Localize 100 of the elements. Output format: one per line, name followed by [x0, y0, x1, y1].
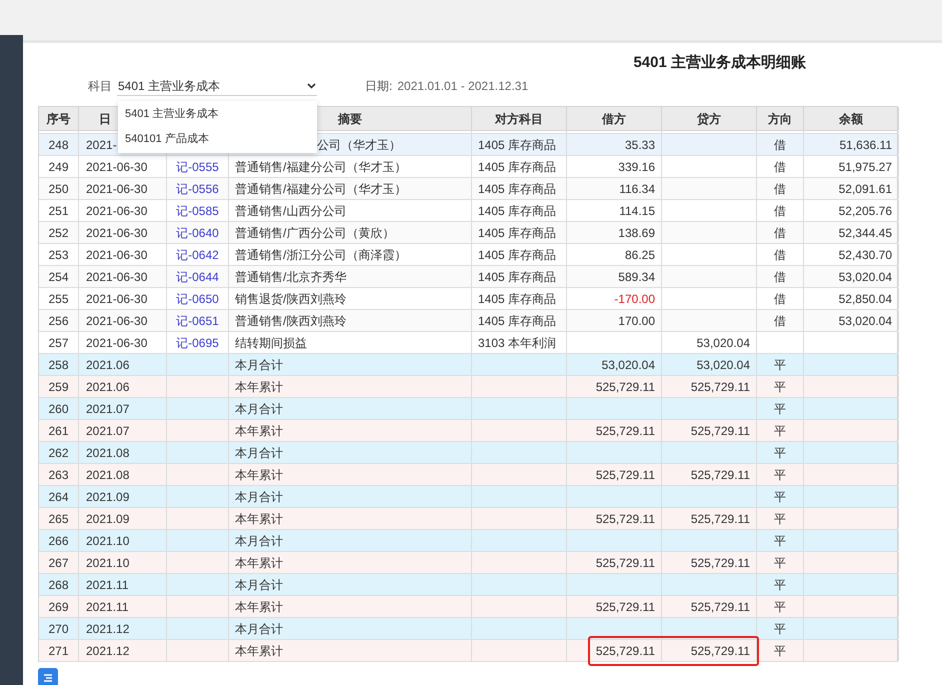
debit-cell-text: 138.69 [618, 224, 655, 242]
row-number: 264 [48, 488, 69, 506]
account-cell-text: 1405 库存商品 [478, 180, 556, 198]
summary-cell-text: 本月合计 [235, 488, 283, 506]
row-number: 269 [48, 598, 69, 616]
date-cell-text: 2021.07 [86, 400, 130, 418]
voucher-link[interactable]: 记-0585 [176, 202, 219, 220]
credit-cell-text: 525,729.11 [690, 422, 750, 440]
summary-cell-text: 本月合计 [235, 576, 283, 594]
voucher-link[interactable]: 记-0695 [176, 334, 219, 352]
account-cell-text: 1405 库存商品 [478, 268, 556, 286]
account-cell-text: 1405 库存商品 [478, 158, 556, 176]
voucher-link[interactable]: 记-0651 [176, 312, 219, 330]
summary-cell-text: 本年累计 [235, 642, 283, 660]
debit-cell-text: 589.34 [618, 268, 655, 286]
row-number: 250 [48, 180, 69, 198]
credit-cell-text: 53,020.04 [696, 356, 750, 374]
row-number: 267 [48, 554, 69, 572]
date-cell-text: 2021.09 [86, 510, 130, 528]
voucher-link[interactable]: 记-0644 [176, 268, 219, 286]
page-title: 5401 主营业务成本明细账 [633, 52, 806, 73]
date-cell-text: 2021.08 [86, 466, 130, 484]
subject-label: 科目 [88, 78, 112, 95]
column-header: 借方 [602, 110, 626, 128]
date-cell-text: 2021.11 [86, 576, 128, 594]
dropdown-option[interactable]: 540101 产品成本 [118, 127, 317, 152]
direction-cell-text: 借 [774, 180, 786, 198]
summary-cell-text: 普通销售/陕西刘燕玲 [235, 312, 346, 330]
voucher-link[interactable]: 记-0555 [176, 158, 219, 176]
direction-cell-text: 平 [774, 620, 786, 638]
balance-cell-text: 53,020.04 [838, 312, 892, 330]
debit-cell-text: 116.34 [619, 180, 655, 198]
column-header: 日 [99, 110, 111, 128]
date-cell-text: 2021-06-30 [86, 158, 148, 176]
debit-cell-text: 339.16 [618, 158, 655, 176]
date-label: 日期: [365, 78, 392, 95]
summary-cell-text: 普通销售/福建分公司（华才玉） [235, 180, 406, 198]
summary-cell-text: 普通销售/福建分公司（华才玉） [235, 158, 406, 176]
debit-cell-text: 525,729.11 [596, 466, 655, 484]
direction-cell-text: 借 [774, 136, 786, 154]
summary-cell-text: 本年累计 [235, 378, 283, 396]
summary-cell-text: 本年累计 [235, 510, 283, 528]
voucher-link[interactable]: 记-0556 [176, 180, 219, 198]
summary-cell-text: 本月合计 [235, 444, 283, 462]
summary-cell-text: 本年累计 [235, 554, 283, 572]
row-number: 261 [48, 422, 69, 440]
credit-cell-text: 525,729.11 [690, 598, 750, 616]
voucher-link[interactable]: 记-0640 [176, 224, 219, 242]
date-cell-text: 2021.07 [86, 422, 130, 440]
voucher-link[interactable]: 记-0650 [176, 290, 219, 308]
date-cell-text: 2021.06 [86, 378, 130, 396]
direction-cell-text: 借 [774, 268, 786, 286]
direction-cell-text: 平 [774, 422, 786, 440]
summary-cell-text: 普通销售/北京齐秀华 [235, 268, 346, 286]
account-cell-text: 3103 本年利润 [478, 334, 556, 352]
direction-cell-text: 借 [774, 158, 786, 176]
date-cell-text: 2021-06-30 [86, 268, 148, 286]
account-cell-text: 1405 库存商品 [478, 312, 556, 330]
subject-select[interactable]: 5401 主营业务成本 [117, 76, 317, 96]
balance-cell-text: 51,636.11 [840, 136, 892, 154]
credit-cell-text: 525,729.11 [690, 554, 750, 572]
account-cell-text: 1405 库存商品 [478, 136, 556, 154]
voucher-link[interactable]: 记-0642 [176, 246, 219, 264]
row-number: 259 [48, 378, 69, 396]
account-cell-text: 1405 库存商品 [478, 224, 556, 242]
dropdown-option[interactable]: 5401 主营业务成本 [118, 102, 317, 127]
debit-cell-text: 525,729.11 [596, 554, 655, 572]
row-number: 270 [48, 620, 69, 638]
date-cell-text: 2021.10 [86, 554, 130, 572]
date-range: 2021.01.01 - 2021.12.31 [397, 78, 528, 95]
debit-cell-text: 35.33 [624, 136, 655, 154]
debit-cell-text: 114.15 [619, 202, 655, 220]
date-cell-text: 2021.09 [86, 488, 130, 506]
credit-cell-text: 525,729.11 [690, 642, 750, 660]
summary-cell-text: 本年累计 [235, 598, 283, 616]
column-header: 序号 [46, 110, 70, 128]
date-cell-text: 2021- [86, 136, 117, 154]
balance-cell-text: 52,430.70 [838, 246, 892, 264]
summary-cell-text: 普通销售/浙江分公司（商泽霞） [235, 246, 406, 264]
debit-cell-text: 525,729.11 [596, 642, 655, 660]
date-cell-text: 2021-06-30 [86, 246, 148, 264]
debit-cell-text: 525,729.11 [596, 378, 655, 396]
account-cell-text: 1405 库存商品 [478, 246, 556, 264]
date-cell-text: 2021-06-30 [86, 202, 148, 220]
row-number: 268 [48, 576, 69, 594]
direction-cell-text: 借 [774, 312, 786, 330]
summary-cell-text: 普通销售/广西分公司（黄欣） [235, 224, 394, 242]
balance-cell-text: 52,344.45 [838, 224, 892, 242]
direction-cell-text: 平 [774, 598, 786, 616]
direction-cell-text: 平 [774, 444, 786, 462]
date-cell-text: 2021-06-30 [86, 180, 148, 198]
direction-cell-text: 平 [774, 642, 786, 660]
direction-cell-text: 借 [774, 224, 786, 242]
direction-cell-text: 平 [774, 356, 786, 374]
summary-cell-text: 普通销售/山西分公司 [235, 202, 346, 220]
date-cell-text: 2021.10 [86, 532, 130, 550]
balance-cell-text: 52,850.04 [838, 290, 892, 308]
column-header: 对方科目 [495, 110, 543, 128]
summary-cell-text: 本月合计 [235, 400, 283, 418]
row-number: 255 [48, 290, 69, 308]
